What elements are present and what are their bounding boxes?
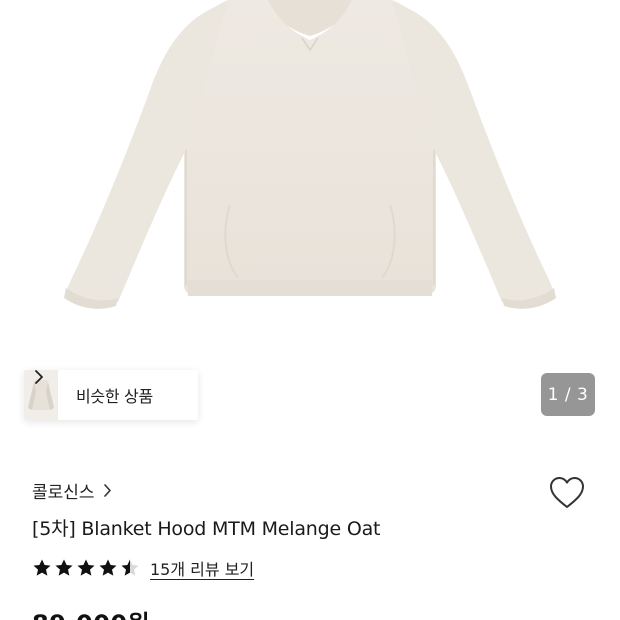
chevron-right-icon (103, 484, 111, 497)
heart-outline-icon[interactable] (548, 475, 586, 511)
star-rating (32, 558, 140, 578)
brand-link[interactable]: 콜로신스 (32, 478, 112, 503)
similar-products-button[interactable]: 비슷한 상품 (24, 370, 198, 420)
product-image[interactable]: 비슷한 상품 1 / 3 (0, 0, 620, 440)
brand-name: 콜로신스 (32, 483, 95, 503)
similar-products-label: 비슷한 상품 (76, 387, 153, 406)
star-icon (55, 559, 73, 576)
star-icon (121, 559, 139, 576)
review-link[interactable]: 15개 리뷰 보기 (150, 556, 254, 580)
product-price: 89,000원 (32, 604, 150, 620)
star-icon (77, 559, 95, 576)
chevron-right-icon (35, 370, 43, 384)
star-icon (99, 559, 117, 576)
rating-row: 15개 리뷰 보기 (32, 556, 254, 580)
image-page-indicator: 1 / 3 (541, 373, 595, 416)
star-icon (33, 559, 51, 576)
product-title: [5차] Blanket Hood MTM Melange Oat (32, 518, 381, 540)
